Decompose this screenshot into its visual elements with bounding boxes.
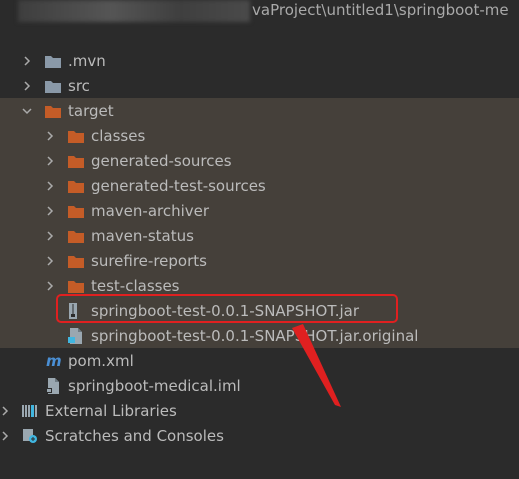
highlight-box [56, 294, 398, 323]
tree-item-pom[interactable]: m pom.xml [0, 348, 519, 373]
tree-item-label: .mvn [68, 51, 106, 70]
tree-item-label: generated-sources [91, 151, 232, 170]
chevron-down-icon[interactable] [20, 98, 34, 123]
chevron-right-icon[interactable] [0, 398, 12, 423]
svg-text:m: m [46, 353, 62, 369]
excluded-folder-icon [44, 98, 62, 123]
scratches-icon [21, 423, 39, 448]
maven-icon: m [44, 348, 62, 373]
project-path: vaProject\untitled1\springboot-me [252, 1, 509, 19]
tree-item-scratches[interactable]: Scratches and Consoles [0, 423, 519, 448]
tree-item-label: target [68, 101, 114, 120]
tree-item-iml[interactable]: springboot-medical.iml [0, 373, 519, 398]
tree-item-surefire-reports[interactable]: surefire-reports [0, 248, 519, 273]
folder-icon [44, 48, 62, 73]
tree-item-label: generated-test-sources [91, 176, 266, 195]
iml-icon [44, 373, 62, 398]
blurred-path [18, 0, 250, 22]
excluded-folder-icon [67, 173, 85, 198]
chevron-right-icon[interactable] [43, 273, 57, 298]
chevron-right-icon[interactable] [43, 173, 57, 198]
tree-item-jar-original[interactable]: springboot-test-0.0.1-SNAPSHOT.jar.origi… [0, 323, 519, 348]
excluded-folder-icon [67, 123, 85, 148]
tree-item-maven-status[interactable]: maven-status [0, 223, 519, 248]
tree-item-label: test-classes [91, 276, 180, 295]
chevron-right-icon[interactable] [43, 248, 57, 273]
tree-item-label: External Libraries [45, 401, 177, 420]
library-icon [21, 398, 39, 423]
project-tree: vaProject\untitled1\springboot-me .mvn s… [0, 0, 519, 479]
excluded-folder-icon [67, 223, 85, 248]
tree-item-label: Scratches and Consoles [45, 426, 224, 445]
tree-item-maven-archiver[interactable]: maven-archiver [0, 198, 519, 223]
tree-item-target[interactable]: target [0, 98, 519, 123]
tree-item-generated-sources[interactable]: generated-sources [0, 148, 519, 173]
tree-item-label: springboot-medical.iml [68, 376, 241, 395]
folder-icon [44, 73, 62, 98]
tree-item-generated-test-sources[interactable]: generated-test-sources [0, 173, 519, 198]
project-path-header: vaProject\untitled1\springboot-me [0, 0, 519, 22]
chevron-right-icon[interactable] [43, 223, 57, 248]
file-icon [67, 323, 85, 348]
chevron-right-icon[interactable] [43, 123, 57, 148]
tree-item-label: pom.xml [68, 351, 134, 370]
tree-item-src[interactable]: src [0, 73, 519, 98]
chevron-right-icon[interactable] [20, 48, 34, 73]
tree-item-label: maven-status [91, 226, 194, 245]
excluded-folder-icon [67, 148, 85, 173]
excluded-folder-icon [67, 248, 85, 273]
chevron-right-icon[interactable] [43, 198, 57, 223]
tree-item-label: maven-archiver [91, 201, 210, 220]
tree-item-label: classes [91, 126, 146, 145]
tree-item-classes[interactable]: classes [0, 123, 519, 148]
chevron-right-icon[interactable] [43, 148, 57, 173]
chevron-right-icon[interactable] [20, 73, 34, 98]
chevron-right-icon[interactable] [0, 423, 12, 448]
tree-item-label: src [68, 76, 90, 95]
tree-item-label: surefire-reports [91, 251, 207, 270]
tree-item-external-libraries[interactable]: External Libraries [0, 398, 519, 423]
tree-item-label: springboot-test-0.0.1-SNAPSHOT.jar.origi… [91, 326, 419, 345]
tree-item-mvn[interactable]: .mvn [0, 48, 519, 73]
excluded-folder-icon [67, 198, 85, 223]
